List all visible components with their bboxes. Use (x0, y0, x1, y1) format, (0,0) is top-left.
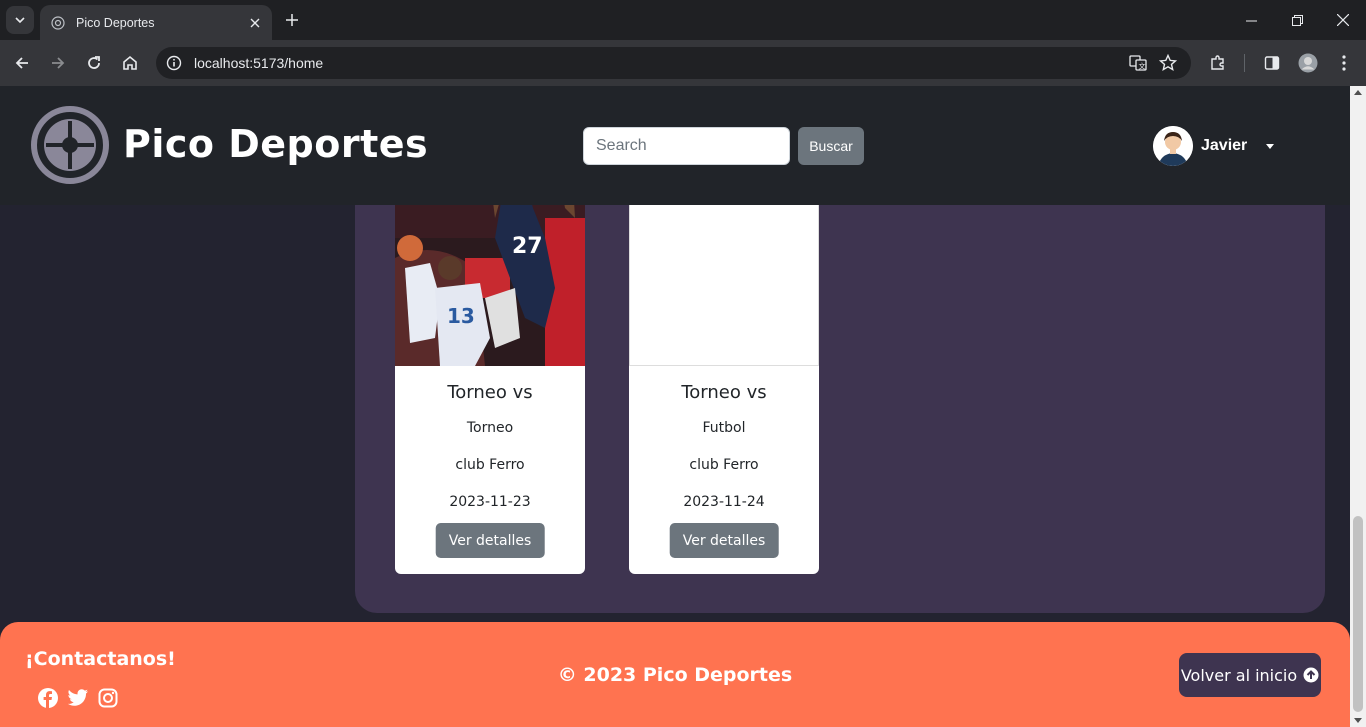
site-footer: ¡Contactanos! © 2023 Pico Deportes Volve… (0, 622, 1350, 727)
plus-icon (286, 14, 298, 26)
side-panel-button[interactable] (1258, 49, 1286, 77)
arrow-right-icon (52, 57, 65, 69)
back-to-top-label: Volver al inicio (1180, 665, 1298, 685)
brand-logo-icon[interactable] (30, 105, 110, 185)
card-event-type: Torneo (466, 420, 514, 436)
minimize-button[interactable] (1228, 6, 1274, 34)
more-vertical-icon (1342, 55, 1346, 71)
browser-tab-bar: Pico Deportes (0, 0, 1366, 40)
tab-title: Pico Deportes (76, 15, 155, 30)
user-name[interactable]: Javier (1201, 137, 1247, 155)
card-date: 2023-11-24 (683, 494, 765, 510)
arrow-up-circle-icon (1303, 667, 1319, 683)
view-details-button[interactable]: Ver detalles (669, 523, 779, 558)
user-avatar-icon (1153, 126, 1193, 166)
browser-toolbar: localhost:5173/home 文 (0, 40, 1366, 86)
home-icon (123, 55, 137, 70)
arrow-left-icon (15, 57, 28, 69)
translate-icon[interactable]: 文 (1123, 48, 1153, 78)
card-event-type: Futbol (702, 420, 746, 436)
restore-icon (1291, 14, 1303, 26)
svg-text:13: 13 (447, 304, 475, 328)
caret-down-icon[interactable] (1266, 144, 1274, 149)
card-image-placeholder (629, 178, 819, 366)
profile-avatar-icon (1298, 53, 1318, 73)
card-club: club Ferro (455, 457, 525, 473)
card-title: Torneo vs (681, 382, 767, 403)
bookmark-star-icon[interactable] (1153, 48, 1183, 78)
scroll-down-arrow-icon[interactable] (1354, 718, 1362, 723)
browser-tab-active[interactable]: Pico Deportes (40, 5, 272, 40)
close-tab-icon[interactable] (246, 14, 264, 32)
chevron-down-icon (15, 17, 25, 24)
globe-icon (50, 15, 66, 31)
browser-menu-button[interactable] (1330, 49, 1358, 77)
card-date: 2023-11-23 (449, 494, 531, 510)
toolbar-divider (1244, 54, 1245, 72)
search-button[interactable]: Buscar (798, 127, 864, 165)
copyright-text: © 2023 Pico Deportes (557, 664, 793, 686)
scrollbar-thumb[interactable] (1353, 516, 1363, 712)
address-bar[interactable]: localhost:5173/home 文 (156, 47, 1191, 79)
instagram-icon[interactable] (97, 687, 119, 709)
view-details-button[interactable]: Ver detalles (435, 523, 545, 558)
search-input[interactable] (583, 127, 790, 165)
url-text: localhost:5173/home (194, 55, 324, 71)
extensions-button[interactable] (1204, 49, 1232, 77)
minimize-icon (1245, 20, 1257, 21)
forward-button[interactable] (44, 49, 72, 77)
brand-name[interactable]: Pico Deportes (123, 122, 428, 166)
scroll-up-arrow-icon[interactable] (1354, 90, 1362, 95)
reload-button[interactable] (80, 49, 108, 77)
home-button[interactable] (116, 49, 144, 77)
avatar[interactable] (1153, 126, 1193, 166)
card-club: club Ferro (689, 457, 759, 473)
event-card: 27 13 Torneo vs Torneo club Ferro 2023-1… (395, 178, 585, 574)
back-to-top-button[interactable]: Volver al inicio (1179, 653, 1321, 697)
site-navbar: Pico Deportes Buscar Javier (0, 86, 1350, 205)
basketball-photo: 27 13 (395, 178, 585, 366)
restore-button[interactable] (1274, 6, 1320, 34)
card-title: Torneo vs (447, 382, 533, 403)
event-card: Torneo vs Futbol club Ferro 2023-11-24 V… (629, 178, 819, 574)
profile-button[interactable] (1294, 49, 1322, 77)
close-icon (1337, 14, 1349, 26)
reload-icon (88, 56, 100, 69)
web-page: 27 13 Torneo vs Torneo club Ferro 2023-1… (0, 86, 1350, 727)
new-tab-button[interactable] (280, 8, 304, 32)
twitter-icon[interactable] (67, 687, 89, 709)
svg-text:27: 27 (512, 234, 543, 259)
tab-search-button[interactable] (6, 6, 34, 34)
back-button[interactable] (8, 49, 36, 77)
site-info-icon[interactable] (158, 47, 190, 79)
page-scrollbar[interactable] (1350, 86, 1366, 727)
side-panel-icon (1264, 56, 1280, 70)
facebook-icon[interactable] (37, 687, 59, 709)
puzzle-icon (1211, 55, 1224, 70)
close-window-button[interactable] (1320, 6, 1366, 34)
svg-text:文: 文 (1139, 62, 1146, 71)
